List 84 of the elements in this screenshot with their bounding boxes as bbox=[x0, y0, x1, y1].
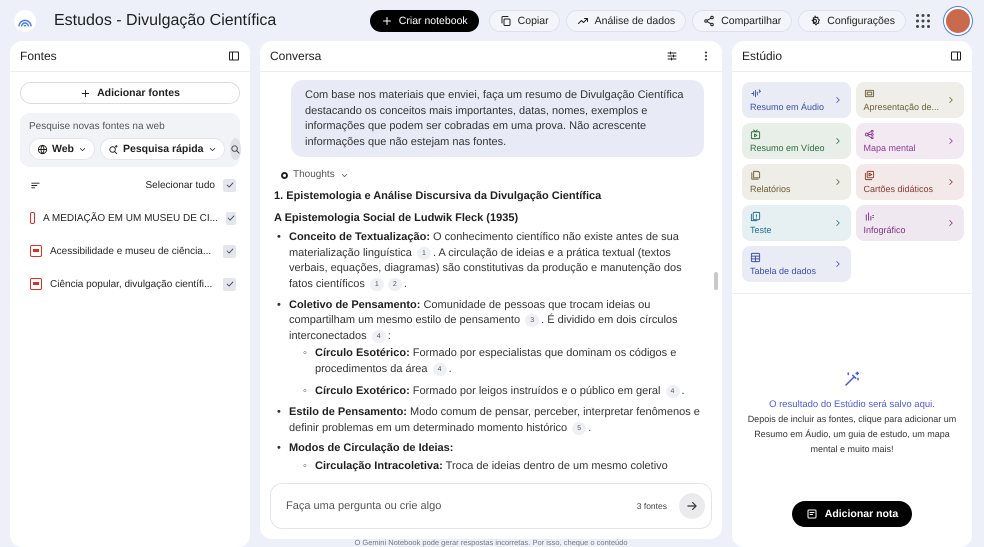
studio-tile[interactable]: Resumo em Áudio bbox=[742, 82, 850, 118]
settings-button[interactable]: Configurações bbox=[798, 10, 906, 32]
source-checkbox[interactable] bbox=[223, 278, 236, 290]
globe-icon bbox=[37, 144, 48, 154]
search-option-dropdown[interactable]: Web bbox=[29, 138, 95, 160]
search-icon bbox=[230, 144, 241, 154]
logo-icon bbox=[14, 10, 36, 32]
plus-icon bbox=[80, 88, 92, 98]
video-icon bbox=[750, 129, 761, 140]
copy-icon bbox=[500, 14, 512, 26]
source-name[interactable]: A MEDIAÇÃO EM UM MUSEU DE CI... bbox=[42, 212, 218, 224]
add-note-button[interactable]: Adicionar nota bbox=[792, 501, 912, 527]
share-icon bbox=[703, 14, 716, 26]
thoughts-toggle[interactable]: Thoughts bbox=[293, 167, 335, 183]
source-checkbox[interactable] bbox=[223, 244, 236, 258]
empty-state-text: Depois de incluir as fontes, clique para adicionar um Resumo em Áudio, um guia de estudo, um mapa mental e muito mais! bbox=[746, 413, 958, 456]
panel-toggle-icon bbox=[950, 50, 962, 62]
apps-grid-icon[interactable] bbox=[916, 14, 930, 28]
panel-title: Fontes bbox=[20, 49, 58, 63]
studio-tile[interactable]: Infográfico bbox=[856, 205, 964, 241]
bullet-text: Circulação Intracoletiva: Troca de ideias dentro de um mesmo coletivo bbox=[315, 458, 669, 474]
copy-button[interactable]: Copiar bbox=[488, 10, 560, 32]
bullet-text: Modos de Circulação de Ideias: bbox=[289, 441, 454, 456]
empty-state-title: O resultado do Estúdio será salvo aqui. bbox=[769, 398, 935, 412]
analytics-button[interactable]: Análise de dados bbox=[566, 10, 686, 32]
magic-wand-icon bbox=[843, 370, 861, 388]
select-all-label: Selecionar tudo bbox=[146, 180, 215, 190]
scrollbar-thumb[interactable] bbox=[714, 272, 718, 290]
sparkle-search-icon bbox=[108, 144, 119, 154]
search-option-dropdown[interactable]: Pesquisa rápida bbox=[100, 138, 225, 160]
section-heading: 1. Epistemologia e Análise Discursiva da Divulgação Científica bbox=[274, 188, 602, 204]
studio-tile[interactable]: Cartões didáticos bbox=[856, 164, 964, 200]
pdf-icon bbox=[30, 212, 35, 224]
bullet-marker: • bbox=[277, 441, 282, 456]
search-button[interactable] bbox=[230, 138, 241, 160]
arrow-right-icon bbox=[685, 499, 699, 513]
bullet-marker: ◦ bbox=[303, 346, 308, 362]
check-icon bbox=[226, 213, 236, 223]
mindmap-icon bbox=[864, 129, 874, 140]
bullet-marker: ◦ bbox=[303, 458, 308, 474]
cards-icon bbox=[864, 170, 874, 181]
pdf-icon bbox=[30, 278, 42, 290]
source-checkbox[interactable] bbox=[226, 212, 236, 224]
source-name[interactable]: Ciência popular, divulgação científi... bbox=[50, 278, 215, 290]
check-icon bbox=[224, 246, 234, 256]
panel-title: Estúdio bbox=[742, 49, 784, 63]
studio-tile[interactable]: Teste bbox=[742, 205, 850, 241]
bullet-marker: • bbox=[277, 405, 282, 420]
studio-tile[interactable]: Apresentação de... bbox=[856, 82, 964, 118]
notebook-title: Estudos - Divulgação Científica bbox=[54, 12, 278, 30]
source-name[interactable]: Acessibilidade e museu de ciência... bbox=[50, 246, 215, 256]
share-button[interactable]: Compartilhar bbox=[692, 10, 792, 32]
bullet-marker: • bbox=[277, 298, 282, 313]
select-all-checkbox[interactable] bbox=[223, 178, 236, 192]
tune-icon bbox=[666, 50, 678, 62]
document-icon bbox=[750, 170, 761, 181]
note-icon bbox=[806, 508, 818, 520]
table-icon bbox=[750, 252, 761, 263]
slides-icon bbox=[864, 88, 874, 99]
plus-icon bbox=[380, 14, 393, 26]
studio-tile[interactable]: Resumo em Vídeo bbox=[742, 123, 850, 159]
bar-chart-icon bbox=[864, 211, 874, 222]
bullet-marker: • bbox=[277, 230, 282, 246]
avatar[interactable] bbox=[944, 6, 972, 34]
pdf-icon bbox=[30, 245, 42, 257]
panel-title: Conversa bbox=[270, 49, 322, 63]
source-count: 3 fontes bbox=[636, 501, 667, 511]
web-search-field[interactable]: Pesquise novas fontes na web bbox=[29, 121, 231, 132]
studio-tile[interactable]: Relatórios bbox=[742, 164, 850, 200]
settings-icon bbox=[809, 14, 822, 26]
add-sources-button[interactable]: Adicionar fontes bbox=[20, 82, 240, 104]
panel-toggle-icon bbox=[228, 50, 240, 62]
send-button[interactable] bbox=[679, 493, 705, 519]
check-icon bbox=[224, 279, 234, 289]
create-button[interactable]: Criar notebook bbox=[370, 10, 479, 32]
check-icon bbox=[224, 180, 234, 190]
user-message: Com base nos materiais que enviei, faça um resumo de Divulgação Científica destacando os conceitos mais importantes, datas, nomes, exemplos e informações que podem ser cobradas em uma prova. Não acrescente informações que não estejam nas fontes. bbox=[291, 80, 704, 158]
waveform-icon bbox=[750, 88, 761, 99]
bullet-marker: ◦ bbox=[303, 384, 308, 398]
studio-tile[interactable]: Mapa mental bbox=[856, 123, 964, 159]
studio-tile[interactable]: Tabela de dados bbox=[742, 246, 850, 282]
subsection-heading: A Epistemologia Social de Ludwik Fleck (1935) bbox=[274, 210, 520, 226]
thoughts-icon bbox=[281, 172, 288, 179]
quiz-icon bbox=[750, 211, 761, 222]
